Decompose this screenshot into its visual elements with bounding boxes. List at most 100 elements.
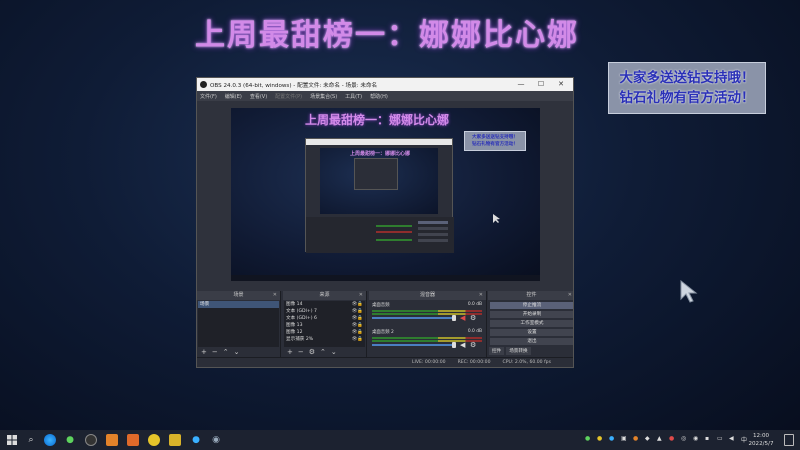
maximize-button[interactable]: ☐ — [531, 78, 551, 91]
windows-start-icon[interactable] — [6, 434, 18, 446]
menu-view[interactable]: 查看(V) — [250, 93, 267, 100]
scene-item[interactable]: 场景 — [198, 301, 279, 308]
preview-notice: 大家多送送钻支持哦！ 钻石礼物有官方活动！ — [464, 131, 526, 151]
mixer-dock: 混音器 ✕ 桌面音频 0.0 dB ◀ ⚙ 桌面音频 2 0.0 dB ◀ ⚙ — [369, 291, 487, 357]
menu-help[interactable]: 帮助(H) — [370, 93, 388, 100]
source-item[interactable]: 文本 (GDI+) 7 👁🔒 — [284, 308, 365, 315]
tray-app4-icon[interactable]: ● — [633, 435, 638, 442]
volume-icon[interactable]: ◀ — [729, 435, 734, 442]
visibility-lock-icon[interactable]: 👁🔒 — [351, 315, 363, 322]
add-source-button[interactable]: + — [287, 348, 293, 356]
obs-titlebar[interactable]: OBS 24.0.3 (64-bit, windows) - 配置文件: 未命名… — [197, 78, 573, 91]
volume-slider[interactable] — [372, 344, 454, 346]
speaker-icon[interactable]: ◀ — [460, 341, 465, 349]
source-item[interactable]: 图像 13 👁🔒 — [284, 322, 365, 329]
source-settings-button[interactable]: ⚙ — [309, 348, 315, 356]
tray-app3-icon[interactable]: ▣ — [621, 435, 627, 442]
preview-canvas[interactable]: 上周最甜榜一：娜娜比心娜 大家多送送钻支持哦！ 钻石礼物有官方活动！ 上周最甜榜… — [231, 108, 540, 281]
rec-timer: REC: 00:00:00 — [457, 360, 491, 365]
nested-preview: 上周最甜榜一：娜娜比心娜 — [320, 148, 438, 214]
controls-tabs: 控件 场景转换 — [489, 347, 531, 355]
stop-streaming-button[interactable]: 停止推流 — [490, 302, 573, 309]
visibility-lock-icon[interactable]: 👁🔒 — [351, 322, 363, 329]
source-item[interactable]: 显示捕获 2% 👁🔒 — [284, 336, 365, 343]
notice-line-1: 大家多送送钻支持哦！ — [619, 70, 755, 86]
dock-close-icon[interactable]: ✕ — [479, 291, 483, 300]
tray-app2-icon[interactable]: ● — [609, 435, 614, 442]
menu-file[interactable]: 文件(F) — [200, 93, 217, 100]
obs-logo-icon — [200, 81, 207, 88]
search-icon[interactable]: ⌕ — [25, 434, 37, 446]
nested-title: 上周最甜榜一：娜娜比心娜 — [350, 151, 411, 157]
scene-up-button[interactable]: ⌃ — [223, 348, 229, 356]
app-yellow2-icon[interactable] — [169, 434, 181, 446]
preview-taskbar — [231, 275, 540, 281]
tray-app6-icon[interactable]: ▲ — [657, 435, 662, 442]
stream-overlay-title: 上周最甜榜一：娜娜比心娜 — [195, 18, 579, 53]
add-scene-button[interactable]: + — [201, 348, 207, 356]
volume-slider[interactable] — [372, 317, 454, 319]
gear-icon[interactable]: ⚙ — [470, 314, 476, 322]
mixer-channel: 桌面音频 0.0 dB ◀ ⚙ — [372, 302, 482, 328]
menu-scene-collection[interactable]: 场景集合(S) — [310, 93, 337, 100]
app-orange-icon[interactable] — [106, 434, 118, 446]
scenes-dock: 场景 ✕ 场景 + − ⌃ ⌄ — [197, 291, 281, 357]
menu-edit[interactable]: 编辑(E) — [225, 93, 242, 100]
start-recording-button[interactable]: 开始录制 — [490, 311, 573, 318]
tray-wechat-icon[interactable]: ● — [585, 435, 590, 442]
studio-mode-button[interactable]: 工作室模式 — [490, 320, 573, 327]
obs-statusbar: LIVE: 00:00:00 REC: 00:00:00 CPU: 2.0%, … — [197, 357, 573, 367]
mouse-cursor-icon — [680, 280, 698, 303]
system-clock[interactable]: 12:00 2022/5/7 — [746, 432, 776, 448]
nested-nested-window — [354, 158, 398, 190]
menu-profile[interactable]: 配置文件(P) — [275, 93, 302, 100]
tray-app10-icon[interactable]: ▪ — [705, 435, 709, 442]
tray-app7-icon[interactable]: ● — [669, 435, 674, 442]
obs-icon[interactable] — [85, 434, 97, 446]
visibility-lock-icon[interactable]: 👁🔒 — [351, 308, 363, 315]
dock-close-icon[interactable]: ✕ — [568, 291, 572, 300]
steam-icon[interactable]: ◉ — [210, 434, 222, 446]
tray-app9-icon[interactable]: ◉ — [693, 435, 698, 442]
source-up-button[interactable]: ⌃ — [320, 348, 326, 356]
preview-area: 上周最甜榜一：娜娜比心娜 大家多送送钻支持哦！ 钻石礼物有官方活动！ 上周最甜榜… — [197, 101, 573, 291]
edge-icon[interactable] — [44, 434, 56, 446]
exit-button[interactable]: 退出 — [490, 338, 573, 345]
app-orange2-icon[interactable] — [127, 434, 139, 446]
tray-app8-icon[interactable]: ◎ — [681, 435, 686, 442]
app-blue-icon[interactable]: ● — [190, 434, 202, 446]
volume-slider-knob[interactable] — [452, 315, 456, 321]
scene-down-button[interactable]: ⌄ — [234, 348, 240, 356]
remove-source-button[interactable]: − — [298, 348, 304, 356]
source-item[interactable]: 文本 (GDI+) 6 👁🔒 — [284, 315, 365, 322]
gear-icon[interactable]: ⚙ — [470, 341, 476, 349]
windows-taskbar: ⌕ ● ● ◉ ● ● ● ▣ ● ◆ ▲ ● ◎ ◉ ▪ ▭ ◀ 中 12:0… — [0, 430, 800, 450]
menu-tools[interactable]: 工具(T) — [345, 93, 362, 100]
stream-notice-box: 大家多送送钻支持哦！ 钻石礼物有官方活动！ — [608, 62, 766, 114]
clock-date: 2022/5/7 — [748, 441, 774, 447]
app-yellow-icon[interactable] — [148, 434, 160, 446]
tab-controls[interactable]: 控件 — [489, 347, 505, 355]
tab-scene-transitions[interactable]: 场景转换 — [506, 347, 531, 355]
source-item[interactable]: 图像 12 👁🔒 — [284, 329, 365, 336]
volume-slider-knob[interactable] — [452, 342, 456, 348]
sources-dock: 来源 ✕ 图像 14 👁🔒 文本 (GDI+) 7 👁🔒 文本 (GDI+) 6 👁🔒 … — [283, 291, 367, 357]
tray-app-icon[interactable]: ● — [597, 435, 602, 442]
source-down-button[interactable]: ⌄ — [331, 348, 337, 356]
remove-scene-button[interactable]: − — [212, 348, 218, 356]
network-icon[interactable]: ▭ — [717, 435, 723, 442]
dock-close-icon[interactable]: ✕ — [273, 291, 277, 300]
source-item[interactable]: 图像 14 👁🔒 — [284, 301, 365, 308]
close-button[interactable]: ✕ — [551, 78, 571, 91]
visibility-lock-icon[interactable]: 👁🔒 — [351, 336, 363, 343]
visibility-lock-icon[interactable]: 👁🔒 — [351, 329, 363, 336]
dock-close-icon[interactable]: ✕ — [359, 291, 363, 300]
tray-app5-icon[interactable]: ◆ — [645, 435, 650, 442]
settings-button[interactable]: 设置 — [490, 329, 573, 336]
speaker-muted-icon[interactable]: ◀ — [460, 314, 465, 322]
wechat-icon[interactable]: ● — [64, 434, 76, 446]
minimize-button[interactable]: — — [511, 78, 531, 91]
notification-center-icon[interactable] — [784, 434, 794, 446]
visibility-lock-icon[interactable]: 👁🔒 — [351, 301, 363, 308]
notice-line-2: 钻石礼物有官方活动！ — [619, 90, 755, 106]
